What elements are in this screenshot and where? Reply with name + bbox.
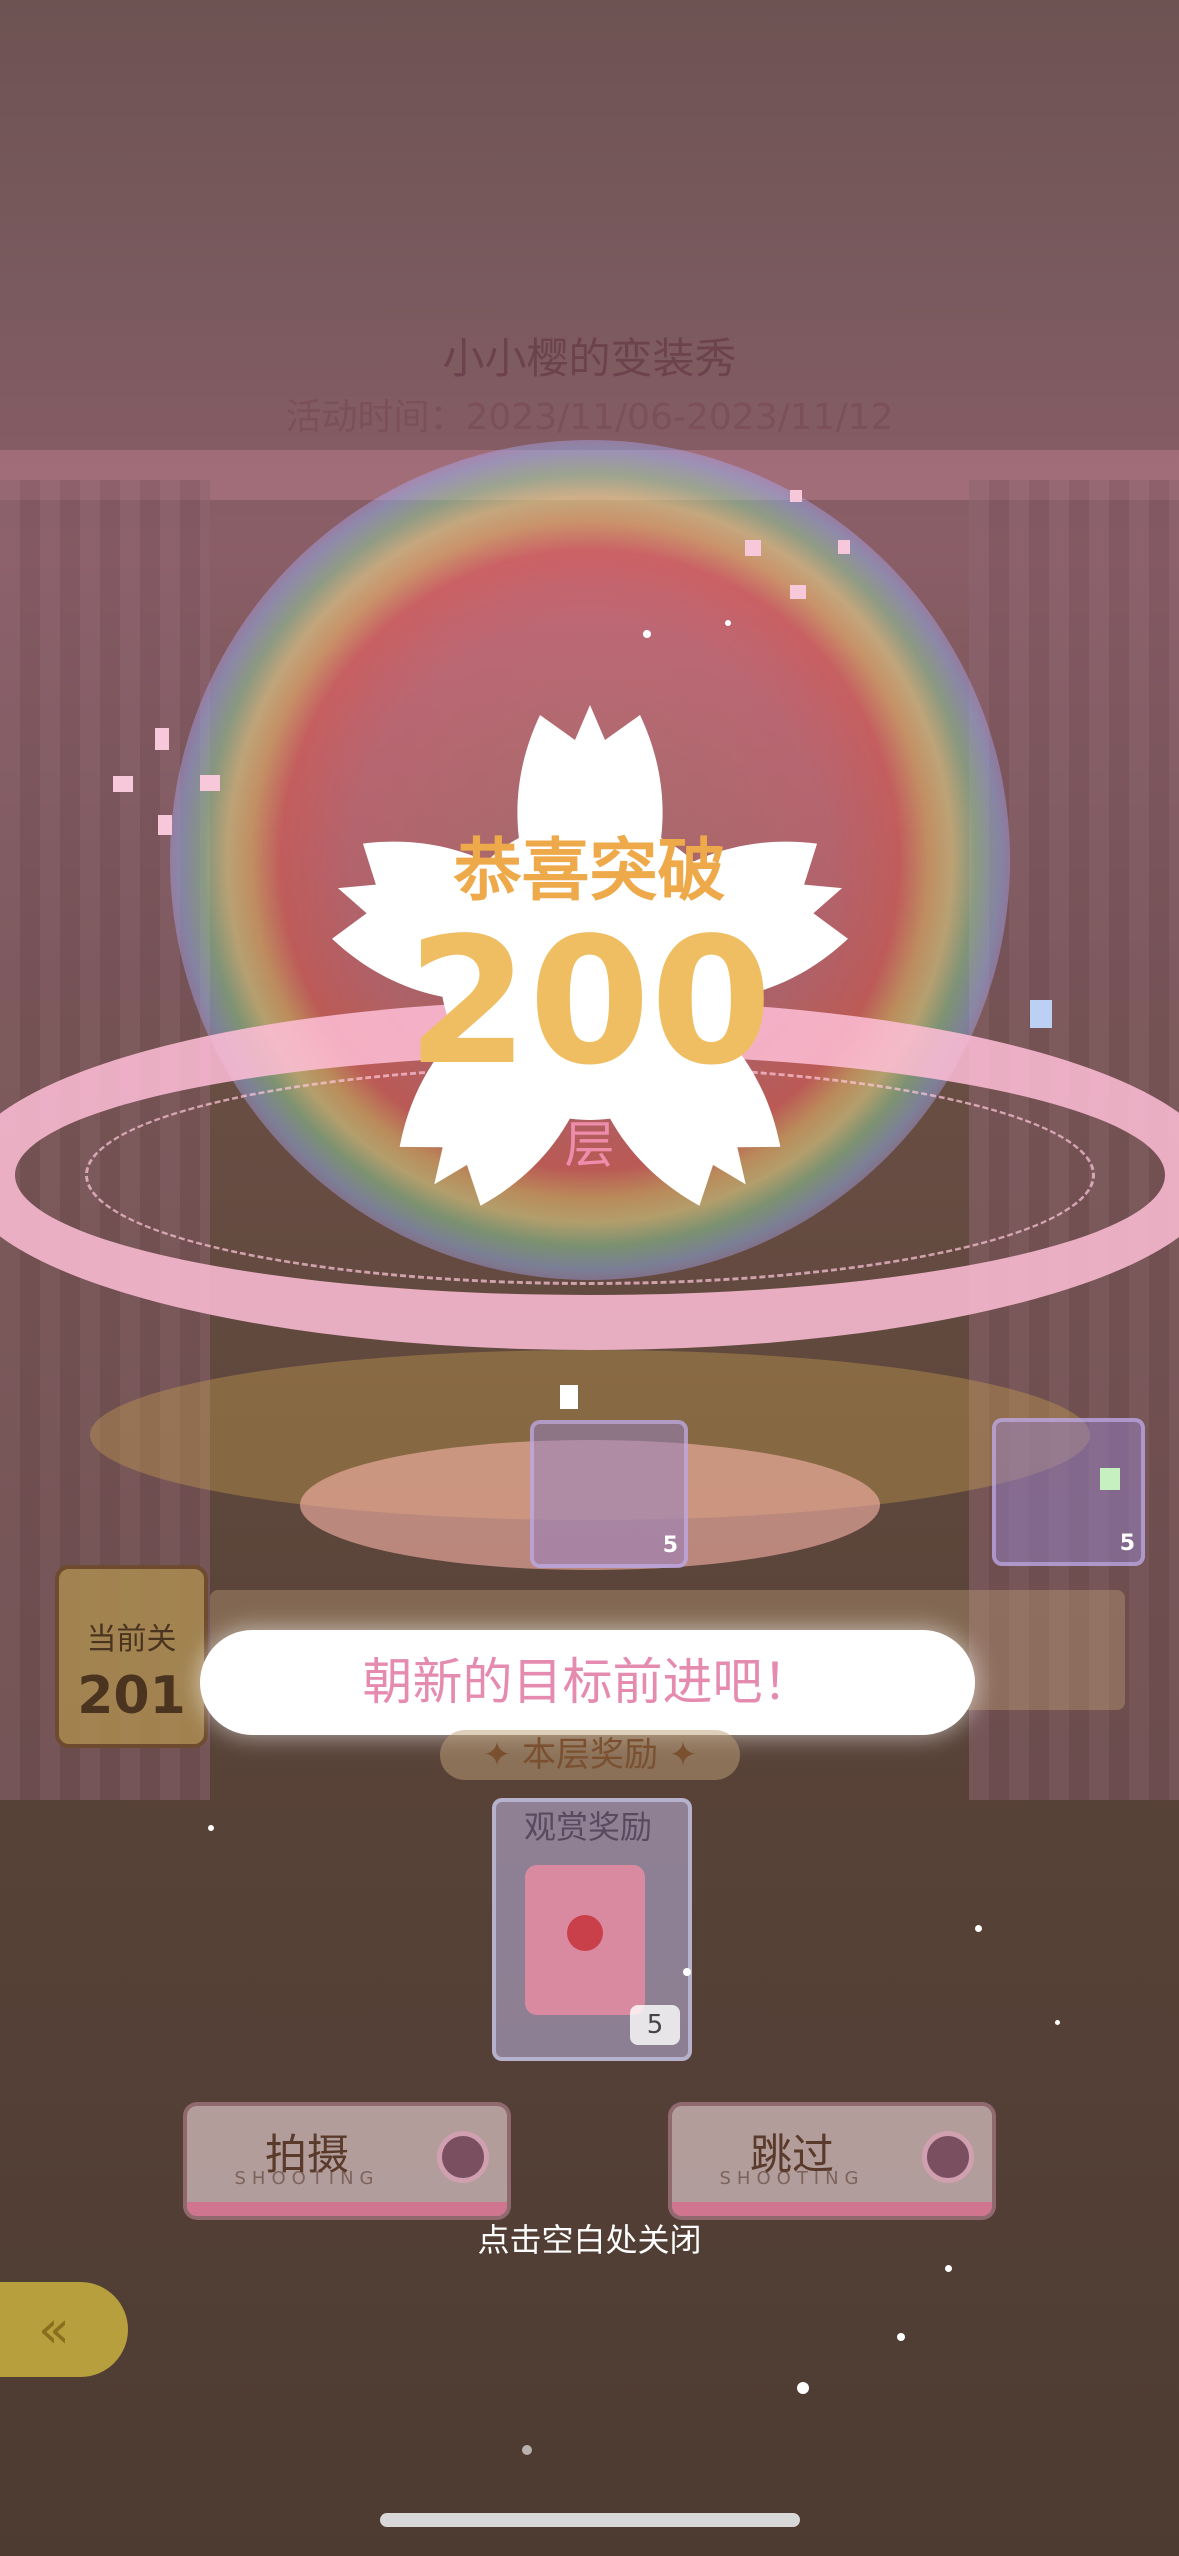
watch-reward-count: 5 <box>630 2005 680 2045</box>
item-count: 5 <box>662 1533 678 1558</box>
camera-lens-icon <box>922 2131 974 2183</box>
reward-item-card-right[interactable]: 5 <box>992 1418 1145 1566</box>
back-arrow-icon: « <box>38 2300 70 2360</box>
floor-unit: 层 <box>564 1116 615 1174</box>
shoot-button[interactable]: 拍摄 SHOOTING <box>183 2102 511 2220</box>
close-hint[interactable]: 点击空白处关闭 <box>0 2215 1179 2261</box>
floor-number: 200 <box>406 901 773 1104</box>
event-title: 小小樱的变装秀 <box>442 334 737 383</box>
reward-item-card: 5 <box>530 1420 688 1568</box>
current-level-label: 当前关 <box>86 1622 177 1657</box>
congrats-text: 恭喜突破 <box>453 832 726 911</box>
skip-sub-label: SHOOTING <box>719 2168 865 2189</box>
camera-lens-icon <box>437 2131 489 2183</box>
event-period: 活动时间：2023/11/06-2023/11/12 <box>285 397 894 438</box>
watch-reward-label: 观赏奖励 <box>523 1808 652 1846</box>
home-indicator[interactable] <box>380 2513 800 2527</box>
item-count: 5 <box>1119 1531 1135 1556</box>
layer-reward-title: ✦ 本层奖励 ✦ <box>440 1730 740 1780</box>
skip-button[interactable]: 跳过 SHOOTING <box>668 2102 996 2220</box>
seal-icon <box>567 1915 603 1951</box>
current-level-badge: 当前关 201 <box>55 1565 208 1748</box>
shoot-sub-label: SHOOTING <box>234 2168 380 2189</box>
current-level-number: 201 <box>77 1666 186 1726</box>
encourage-banner: 朝新的目标前进吧！ <box>200 1630 975 1735</box>
